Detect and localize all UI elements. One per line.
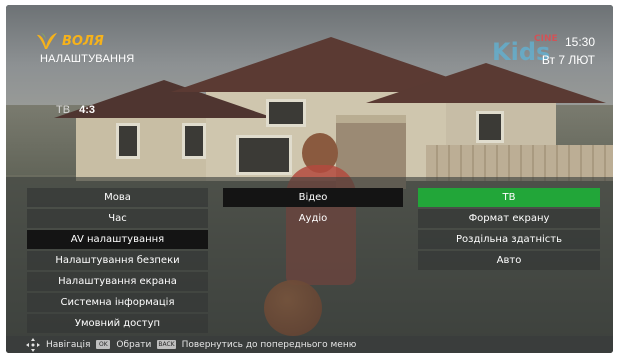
clock: 15:30 [564,35,595,49]
dpad-arrows-icon [26,337,40,352]
aspect-indicator: ТВ 4:3 [56,104,95,116]
menu-item-time[interactable]: Час [27,209,208,228]
menu-item-system-info[interactable]: Системна інформація [27,293,208,312]
menu-item-video[interactable]: Відео [223,188,403,207]
menu-item-conditional-access[interactable]: Умовний доступ [27,314,208,333]
date: Вт 7 ЛЮТ [541,53,595,67]
menu-item-screen-settings[interactable]: Налаштування екрана [27,272,208,291]
menu-item-audio[interactable]: Аудіо [223,209,403,228]
hint-select-label: Обрати [116,339,152,350]
hint-bar: Навігація OK Обрати BACK Повернутись до … [6,336,613,353]
ok-key-icon: OK [96,340,111,349]
menu-column-av: Відео Аудіо [223,188,403,230]
provider-logo: ВОЛЯ [36,32,104,50]
hint-navigate-label: Навігація [46,339,91,350]
menu-item-auto[interactable]: Авто [418,251,600,270]
aspect-value: 4:3 [79,104,96,116]
page-title: НАЛАШТУВАННЯ [40,53,135,65]
back-key-icon: BACK [157,340,176,349]
provider-logo-text: ВОЛЯ [62,33,104,49]
menu-item-tv[interactable]: ТВ [418,188,600,207]
menu-item-av-settings[interactable]: AV налаштування [27,230,208,249]
source-label: ТВ [56,104,71,116]
menu-column-main: Мова Час AV налаштування Налаштування бе… [27,188,208,335]
menu-column-video: ТВ Формат екрану Роздільна здатність Авт… [418,188,600,272]
menu-item-resolution[interactable]: Роздільна здатність [418,230,600,249]
menu-item-language[interactable]: Мова [27,188,208,207]
menu-item-security-settings[interactable]: Налаштування безпеки [27,251,208,270]
hint-back-label: Повернутись до попереднього меню [181,339,357,350]
menu-item-screen-format[interactable]: Формат екрану [418,209,600,228]
tv-screen: ВОЛЯ НАЛАШТУВАННЯ Kids CINE 15:30 Вт 7 Л… [6,5,613,353]
channel-logo-small-text: CINE [534,34,558,44]
volia-v-logo-icon [36,32,58,50]
